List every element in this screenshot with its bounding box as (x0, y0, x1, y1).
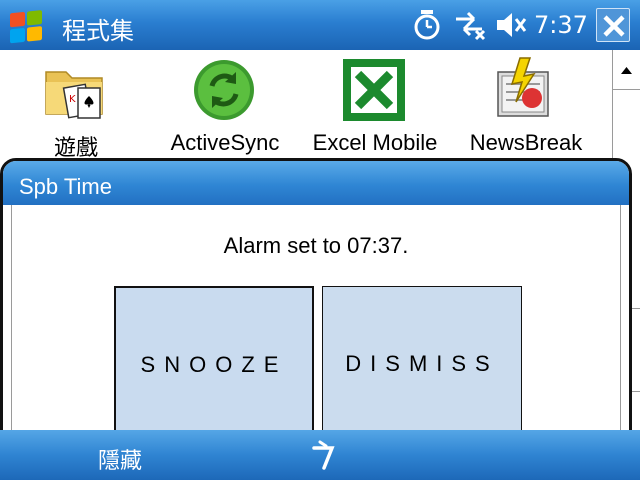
games-folder-icon[interactable]: K (42, 56, 110, 124)
dialog-title: Spb Time (3, 161, 629, 205)
program-label-activesync[interactable]: ActiveSync (160, 130, 290, 156)
excel-icon[interactable] (340, 56, 408, 124)
close-button[interactable] (596, 8, 630, 42)
connectivity-icon[interactable] (452, 9, 488, 41)
close-x-icon (603, 15, 625, 37)
speaker-muted-icon[interactable] (494, 9, 528, 41)
snooze-button[interactable]: SNOOZE (114, 286, 314, 445)
windows-flag-icon (10, 10, 42, 44)
scroll-up-arrow-icon (621, 67, 632, 74)
activesync-icon[interactable] (190, 56, 258, 124)
app-title: 程式集 (62, 17, 134, 45)
softkey-bar: 隱藏 (0, 430, 640, 480)
scroll-up-button[interactable] (613, 50, 640, 90)
softkey-hide[interactable]: 隱藏 (98, 443, 142, 475)
alarm-message: Alarm set to 07:37. (223, 233, 409, 258)
start-button[interactable] (4, 6, 48, 46)
dismiss-button[interactable]: DISMISS (322, 286, 522, 445)
dialog-body: Alarm set to 07:37. SNOOZE DISMISS (11, 205, 621, 445)
program-label-newsbreak[interactable]: NewsBreak (456, 130, 596, 156)
program-label-excel[interactable]: Excel Mobile (302, 130, 448, 156)
title-bar: 程式集 7:37 (0, 0, 640, 50)
input-panel-icon[interactable] (306, 438, 340, 472)
alarm-clock-icon[interactable] (410, 9, 444, 41)
alarm-dialog: Spb Time Alarm set to 07:37. SNOOZE DISM… (0, 158, 632, 448)
clock[interactable]: 7:37 (534, 11, 588, 39)
newsbreak-icon[interactable] (490, 56, 558, 124)
svg-text:K: K (69, 94, 76, 105)
